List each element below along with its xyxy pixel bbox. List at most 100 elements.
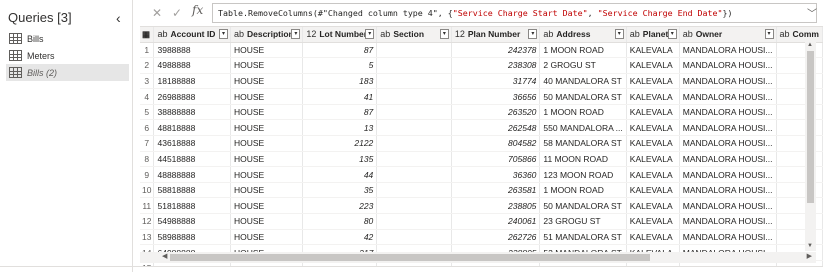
horizontal-scroll-thumb[interactable]	[170, 254, 650, 261]
table-cell[interactable]: 58 MANDALORA ST	[539, 135, 627, 152]
table-cell[interactable]: HOUSE	[230, 73, 304, 90]
table-cell[interactable]: HOUSE	[230, 151, 304, 168]
table-cell[interactable]: 705866	[451, 151, 541, 168]
table-cell[interactable]: 2122	[302, 135, 378, 152]
table-row[interactable]: 7 43618888 HOUSE 2122 804582 58 MANDALORA ST K…	[140, 135, 823, 152]
table-cell[interactable]: KALEVALA	[626, 104, 680, 121]
query-item-bills[interactable]: Bills	[6, 30, 129, 47]
column-header[interactable]: ab Owner ▾	[679, 27, 777, 43]
table-cell[interactable]: 4988888	[153, 57, 231, 74]
vertical-scrollbar[interactable]: ▲ ▼	[805, 41, 816, 251]
table-cell[interactable]: 263520	[451, 104, 541, 121]
horizontal-scrollbar[interactable]: ◀ ▶	[140, 252, 816, 263]
table-cell[interactable]	[376, 182, 452, 199]
formula-input[interactable]: Table.RemoveColumns(#"Changed column typ…	[212, 3, 817, 23]
table-cell[interactable]: 23 GROGU ST	[539, 213, 627, 230]
table-cell[interactable]: 262726	[451, 229, 541, 246]
chevron-down-icon[interactable]: ﹀	[807, 5, 817, 20]
table-cell[interactable]: KALEVALA	[626, 229, 680, 246]
query-item-bills-2[interactable]: Bills (2)	[6, 64, 129, 81]
table-cell[interactable]: MANDALORA HOUSI...	[679, 213, 777, 230]
table-cell[interactable]: MANDALORA HOUSI...	[679, 182, 777, 199]
table-cell[interactable]: HOUSE	[230, 166, 304, 183]
text-type-icon[interactable]: ab	[630, 29, 640, 39]
number-type-icon[interactable]: 12	[455, 29, 465, 39]
table-cell[interactable]	[376, 229, 452, 246]
table-cell[interactable]: MANDALORA HOUSI...	[679, 166, 777, 183]
table-row[interactable]: 11 51818888 HOUSE 223 238805 50 MANDALORA ST K…	[140, 197, 823, 215]
table-cell[interactable]: KALEVALA	[626, 88, 680, 105]
table-cell[interactable]: HOUSE	[230, 104, 304, 121]
table-cell[interactable]: HOUSE	[230, 213, 304, 230]
table-row[interactable]: 8 44518888 HOUSE 135 705866 11 MOON ROAD KALEV…	[140, 151, 823, 168]
table-cell[interactable]: KALEVALA	[626, 151, 680, 168]
table-cell[interactable]: 54988888	[153, 213, 231, 230]
scroll-left-icon[interactable]: ◀	[162, 252, 167, 260]
table-cell[interactable]: 238805	[451, 197, 541, 215]
table-menu-icon[interactable]: ▦	[140, 27, 155, 43]
table-cell[interactable]	[376, 104, 452, 121]
table-cell[interactable]: KALEVALA	[626, 213, 680, 230]
table-cell[interactable]: KALEVALA	[626, 166, 680, 183]
table-cell[interactable]: 50 MANDALORA ST	[539, 88, 627, 105]
table-cell[interactable]: 238308	[451, 57, 541, 74]
table-cell[interactable]: 87	[302, 104, 378, 121]
table-cell[interactable]: 42	[302, 229, 378, 246]
table-cell[interactable]: MANDALORA HOUSI...	[679, 42, 777, 59]
column-header[interactable]: ab Comm	[776, 27, 823, 43]
scroll-right-icon[interactable]: ▶	[807, 252, 812, 260]
filter-dropdown-icon[interactable]: ▾	[439, 29, 449, 39]
text-type-icon[interactable]: ab	[157, 29, 167, 39]
table-cell[interactable]: 36656	[451, 88, 541, 105]
table-cell[interactable]: MANDALORA HOUSI...	[679, 151, 777, 168]
table-cell[interactable]: KALEVALA	[626, 57, 680, 74]
text-type-icon[interactable]: ab	[543, 29, 553, 39]
table-cell[interactable]	[376, 57, 452, 74]
table-cell[interactable]: 242378	[451, 42, 541, 59]
table-cell[interactable]	[376, 88, 452, 105]
column-header[interactable]: ab Description ▾	[230, 27, 304, 43]
table-cell[interactable]	[376, 73, 452, 90]
table-cell[interactable]: 11 MOON ROAD	[539, 151, 627, 168]
table-row[interactable]: 6 48818888 HOUSE 13 262548 550 MANDALORA ... K…	[140, 119, 823, 137]
table-cell[interactable]: 1 MOON ROAD	[539, 104, 627, 121]
table-cell[interactable]	[376, 135, 452, 152]
table-cell[interactable]: 40 MANDALORA ST	[539, 73, 627, 90]
table-cell[interactable]: 5	[302, 57, 378, 74]
table-cell[interactable]: 183	[302, 73, 378, 90]
table-cell[interactable]: 43618888	[153, 135, 231, 152]
table-cell[interactable]: MANDALORA HOUSI...	[679, 104, 777, 121]
table-cell[interactable]: KALEVALA	[626, 42, 680, 59]
query-item-meters[interactable]: Meters	[6, 47, 129, 64]
table-cell[interactable]: MANDALORA HOUSI...	[679, 135, 777, 152]
table-cell[interactable]	[376, 151, 452, 168]
table-cell[interactable]: 13	[302, 119, 378, 137]
table-cell[interactable]	[376, 119, 452, 137]
table-cell[interactable]: HOUSE	[230, 119, 304, 137]
table-row[interactable]: 5 38888888 HOUSE 87 263520 1 MOON ROAD KALEVAL…	[140, 104, 823, 121]
table-cell[interactable]: MANDALORA HOUSI...	[679, 57, 777, 74]
column-header[interactable]: ab Account ID ▾	[153, 27, 231, 43]
table-cell[interactable]: 31774	[451, 73, 541, 90]
filter-dropdown-icon[interactable]: ▾	[614, 29, 624, 39]
vertical-scroll-thumb[interactable]	[807, 51, 814, 203]
scroll-down-icon[interactable]: ▼	[807, 243, 813, 249]
table-cell[interactable]: 1 MOON ROAD	[539, 42, 627, 59]
table-cell[interactable]: 223	[302, 197, 378, 215]
table-cell[interactable]: MANDALORA HOUSI...	[679, 73, 777, 90]
column-header[interactable]: 12 Plan Number ▾	[451, 27, 541, 43]
text-type-icon[interactable]: ab	[234, 29, 244, 39]
table-cell[interactable]: 1 MOON ROAD	[539, 182, 627, 199]
text-type-icon[interactable]: ab	[780, 29, 790, 39]
table-cell[interactable]	[376, 213, 452, 230]
table-row[interactable]: 10 58818888 HOUSE 35 263581 1 MOON ROAD KALEVA…	[140, 182, 823, 199]
table-cell[interactable]: HOUSE	[230, 135, 304, 152]
column-header[interactable]: ab Address ▾	[539, 27, 627, 43]
table-cell[interactable]: HOUSE	[230, 42, 304, 59]
table-cell[interactable]: HOUSE	[230, 197, 304, 215]
table-cell[interactable]	[376, 197, 452, 215]
filter-dropdown-icon[interactable]: ▾	[291, 29, 301, 39]
table-cell[interactable]: 80	[302, 213, 378, 230]
table-cell[interactable]: 36360	[451, 166, 541, 183]
table-cell[interactable]: 263581	[451, 182, 541, 199]
